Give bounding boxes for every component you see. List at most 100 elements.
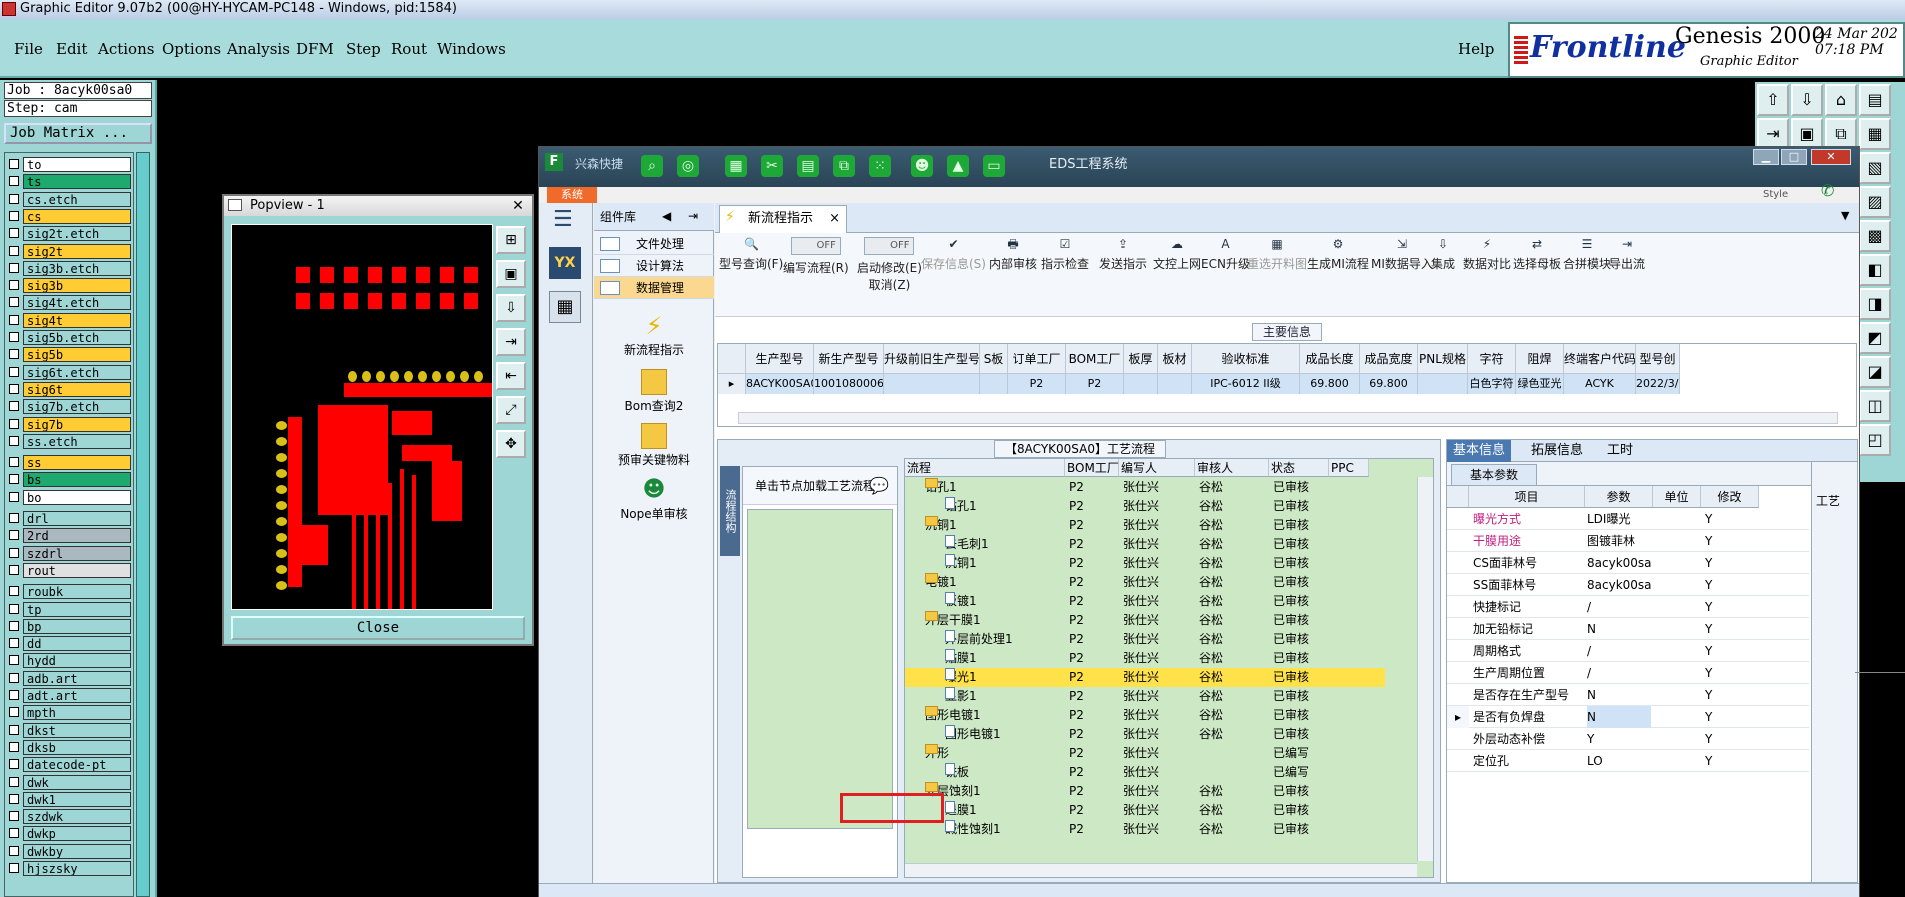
sidebar-bom-query[interactable]: Bom查询2	[594, 369, 714, 414]
help-ring-icon[interactable]: ◎	[677, 155, 699, 177]
tree-header[interactable]: 审核人	[1195, 459, 1269, 477]
layer-checkbox[interactable]	[9, 776, 19, 787]
sidebar-item-file[interactable]: 文件处理	[594, 233, 714, 255]
pan-icon[interactable]: ✥	[496, 430, 526, 458]
user-icon[interactable]: ☻	[911, 155, 933, 177]
layer-row[interactable]: sig7b	[7, 416, 133, 432]
layer-checkbox[interactable]	[9, 513, 19, 523]
param-row[interactable]: 定位孔 LO Y	[1447, 750, 1809, 772]
layer-row[interactable]: to	[7, 157, 133, 172]
tool-icon-7[interactable]: ◨	[1859, 288, 1891, 320]
param-value[interactable]: 8acyk00sa...	[1587, 552, 1651, 574]
save-icon[interactable]: ▣	[496, 260, 526, 288]
layer-row[interactable]: dksb	[7, 739, 133, 755]
menu-file[interactable]: File	[14, 40, 43, 58]
layer-checkbox[interactable]	[9, 176, 19, 187]
layer-checkbox[interactable]	[9, 530, 19, 541]
layer-checkbox[interactable]	[9, 210, 19, 221]
layer-checkbox[interactable]	[9, 297, 19, 308]
upload-icon[interactable]: ⇧	[1757, 84, 1789, 116]
grid-header[interactable]: 升级前旧生产型号	[884, 344, 980, 374]
layer-row[interactable]: ts	[7, 174, 133, 190]
grid-cell[interactable]	[1158, 374, 1192, 394]
layer-checkbox[interactable]	[9, 435, 19, 446]
grid-header[interactable]: 型号创	[1636, 344, 1680, 374]
layer-row[interactable]: sig5b.etch	[7, 330, 133, 345]
param-value[interactable]: Y	[1587, 728, 1651, 750]
param-header[interactable]: 修改	[1701, 486, 1759, 508]
toolbar-button[interactable]: ▦ 重选开料图	[1247, 237, 1307, 272]
tree-row[interactable]: −外层干膜1 P2 张仕兴 谷松 已审核	[905, 611, 1385, 630]
param-header[interactable]: 单位	[1653, 486, 1701, 508]
layer-row[interactable]: szdrl	[7, 545, 133, 561]
system-tab[interactable]: 系统	[547, 187, 597, 203]
chart-icon[interactable]: ▲	[947, 155, 969, 177]
toolbar-button[interactable]: 🔍 型号查询(F)	[719, 237, 783, 272]
layer-checkbox[interactable]	[9, 383, 19, 394]
layer-row[interactable]: bp	[7, 618, 133, 634]
tree-row[interactable]: 外层前处理1 P2 张仕兴 谷松 已审核	[905, 630, 1385, 649]
grid-header[interactable]: 终端客户代码	[1564, 344, 1636, 374]
layer-row[interactable]: sig2t.etch	[7, 226, 133, 242]
layer-row[interactable]: sig7b.etch	[7, 399, 133, 415]
tree-vertical-scrollbar[interactable]	[1417, 477, 1433, 861]
grid-header[interactable]: 板厚	[1124, 344, 1158, 374]
param-header[interactable]: 项目	[1469, 486, 1585, 508]
layer-checkbox[interactable]	[9, 863, 19, 873]
param-value[interactable]: 8acyk00sa...	[1587, 574, 1651, 596]
layer-row[interactable]: cs	[7, 208, 133, 224]
tree-header[interactable]: 编写人	[1119, 459, 1195, 477]
tree-horizontal-scrollbar[interactable]	[905, 863, 1417, 877]
menu-edit[interactable]: Edit	[56, 40, 87, 58]
layer-checkbox[interactable]	[9, 564, 19, 575]
layer-row[interactable]: dd	[7, 636, 133, 652]
tree-row[interactable]: 板镀1 P2 张仕兴 谷松 已审核	[905, 592, 1385, 611]
layer-checkbox[interactable]	[9, 262, 19, 273]
tree-row[interactable]: 图形电镀1 P2 张仕兴 谷松 已审核	[905, 725, 1385, 744]
phone-icon[interactable]: ✆	[1821, 181, 1834, 200]
layer-row[interactable]: ss	[7, 455, 133, 471]
tree-row[interactable]: −图形电镀1 P2 张仕兴 谷松 已审核	[905, 706, 1385, 725]
layer-checkbox[interactable]	[9, 793, 19, 804]
tree-row[interactable]: −外形 P2 张仕兴 已编写	[905, 744, 1385, 763]
toolbar-button[interactable]: OFF 启动修改(E) 取消(Z)	[857, 237, 922, 293]
param-value[interactable]: LDI曝光	[1587, 508, 1651, 530]
tree-row[interactable]: 贴膜1 P2 张仕兴 谷松 已审核	[905, 649, 1385, 668]
grid-cell[interactable]: P2	[1008, 374, 1066, 394]
popview-canvas[interactable]	[231, 224, 493, 610]
grid-header[interactable]: BOM工厂	[1066, 344, 1124, 374]
grid-cell[interactable]: 白色字符	[1468, 374, 1516, 394]
layer-checkbox[interactable]	[9, 655, 19, 666]
tool-icon-8[interactable]: ◩	[1859, 322, 1891, 354]
layer-row[interactable]: drl	[7, 511, 133, 526]
param-row[interactable]: 周期格式 / Y	[1447, 640, 1809, 662]
layer-checkbox[interactable]	[9, 828, 19, 839]
sidebar-new-process[interactable]: ⚡ 新流程指示	[594, 313, 714, 358]
scissors-icon[interactable]: ✂	[761, 155, 783, 177]
style-label[interactable]: Style	[1763, 189, 1788, 200]
param-value[interactable]: /	[1587, 596, 1651, 618]
pin-icon[interactable]: ⇥	[688, 209, 698, 223]
layer-checkbox[interactable]	[9, 724, 19, 735]
layer-checkbox[interactable]	[9, 491, 19, 502]
grid-header[interactable]: 成品宽度	[1360, 344, 1418, 374]
tool-icon-5[interactable]: ▩	[1859, 220, 1891, 252]
film-icon[interactable]: ▤	[797, 155, 819, 177]
layer-checkbox[interactable]	[9, 314, 19, 325]
layer-row[interactable]: dwk	[7, 774, 133, 790]
sidebar-item-algorithm[interactable]: 设计算法	[594, 255, 714, 277]
menu-step[interactable]: Step	[346, 40, 381, 58]
grid-header[interactable]: S板	[980, 344, 1008, 374]
grid-header[interactable]: 订单工厂	[1008, 344, 1066, 374]
grid-header[interactable]: 阻焊	[1516, 344, 1564, 374]
layer-row[interactable]: dwkby	[7, 843, 133, 859]
toolbar-button[interactable]: ⇄ 选择母板	[1513, 237, 1561, 272]
layer-row[interactable]: adb.art	[7, 670, 133, 686]
param-row[interactable]: 快捷标记 / Y	[1447, 596, 1809, 618]
layer-row[interactable]: sig6t	[7, 381, 133, 397]
menu-options[interactable]: Options	[162, 40, 221, 58]
tool-icon-6[interactable]: ◧	[1859, 254, 1891, 286]
layer-checkbox[interactable]	[9, 707, 19, 718]
param-row[interactable]: 曝光方式 LDI曝光 Y	[1447, 508, 1809, 530]
tree-header[interactable]: BOM工厂	[1065, 459, 1119, 477]
